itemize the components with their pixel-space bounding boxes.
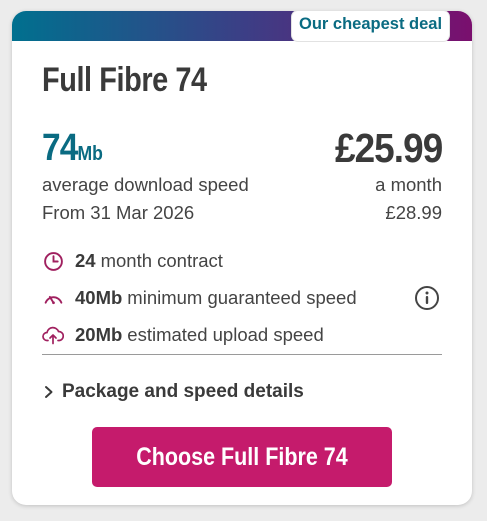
choose-plan-button[interactable]: Choose Full Fibre 74	[92, 427, 392, 487]
feature-upload-speed: 20Mb estimated upload speed	[42, 321, 324, 349]
download-speed: 74Mb	[42, 127, 103, 170]
start-date: From 31 Mar 2026	[42, 202, 195, 223]
divider	[42, 354, 442, 355]
choose-plan-label: Choose Full Fibre 74	[136, 442, 348, 471]
deal-card: Our cheapest deal Full Fibre 74 74Mb £25…	[12, 11, 472, 505]
cheapest-deal-badge: Our cheapest deal	[292, 11, 450, 41]
speed-unit: Mb	[77, 143, 103, 165]
package-details-toggle[interactable]: Package and speed details	[42, 379, 304, 405]
guaranteed-speed-text: minimum guaranteed speed	[127, 287, 357, 308]
package-details-label: Package and speed details	[62, 381, 304, 402]
price-period: a month	[375, 174, 442, 195]
old-price: £28.99	[385, 202, 442, 223]
speed-caption: average download speed	[42, 174, 249, 195]
guaranteed-speed-value: 40Mb	[75, 287, 123, 308]
speed-value: 74	[42, 127, 78, 169]
contract-text: month contract	[100, 250, 223, 271]
monthly-price: £25.99	[334, 125, 443, 171]
feature-contract: 24 month contract	[42, 247, 223, 275]
upload-cloud-icon	[42, 324, 64, 346]
plan-title: Full Fibre 74	[42, 61, 207, 99]
upload-speed-value: 20Mb	[75, 324, 123, 345]
contract-length: 24	[75, 250, 96, 271]
feature-guaranteed-speed: 40Mb minimum guaranteed speed	[42, 284, 357, 312]
chevron-right-icon	[45, 386, 53, 398]
info-icon[interactable]	[414, 285, 440, 311]
upload-speed-text: estimated upload speed	[127, 324, 324, 345]
speedometer-icon	[42, 287, 64, 309]
clock-icon	[42, 250, 64, 272]
